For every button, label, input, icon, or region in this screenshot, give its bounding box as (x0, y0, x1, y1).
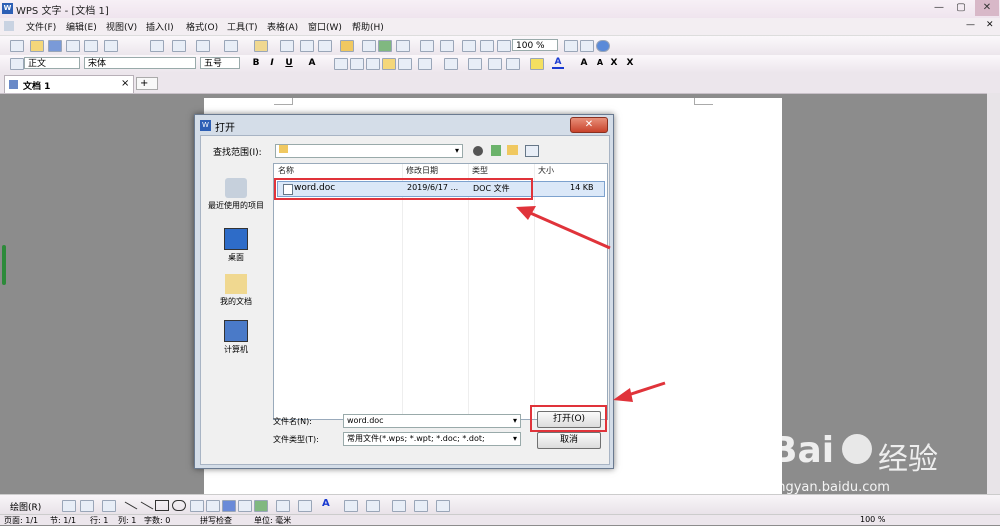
oval-icon[interactable] (172, 500, 186, 511)
dash-style-icon[interactable] (366, 500, 380, 512)
arrow-to-file (516, 206, 611, 250)
status-line: 行: 1 (90, 516, 109, 525)
line-style-icon[interactable] (344, 500, 358, 512)
line-color-icon[interactable] (298, 500, 312, 512)
3d-style-icon[interactable] (436, 500, 450, 512)
status-bar: 页面: 1/1 节: 1/1 行: 1 列: 1 字数: 0 拼写检查 单位: … (0, 514, 1000, 525)
status-section: 节: 1/1 (50, 516, 77, 525)
draw-menu[interactable]: 绘图(R) (10, 500, 41, 513)
watermark-brand: Bai (770, 430, 835, 471)
arrow-style-icon[interactable] (392, 500, 406, 512)
fill-color-icon[interactable] (276, 500, 290, 512)
arrow-to-open-button (613, 381, 666, 402)
arrow-icon[interactable] (140, 501, 154, 510)
status-zoom[interactable]: 100 % (860, 515, 885, 524)
rotate-icon[interactable] (80, 500, 94, 512)
diagram-icon[interactable] (238, 500, 252, 512)
textbox-icon[interactable] (190, 500, 204, 512)
status-column: 列: 1 (118, 516, 137, 525)
watermark-url: jingyan.baidu.com (770, 480, 890, 495)
shadow-icon[interactable] (414, 500, 428, 512)
select-objects-icon[interactable] (62, 500, 76, 512)
rectangle-icon[interactable] (155, 500, 169, 511)
paw-icon (842, 434, 872, 464)
status-word-count: 字数: 0 (144, 516, 171, 525)
status-page: 页面: 1/1 (4, 516, 39, 525)
font-color-icon[interactable]: A (322, 498, 330, 509)
watermark-brand-2: 经验 (878, 442, 938, 477)
vertical-textbox-icon[interactable] (206, 500, 220, 512)
insert-picture-icon[interactable] (254, 500, 268, 512)
line-icon[interactable] (124, 501, 138, 510)
wordart-icon[interactable] (222, 500, 236, 512)
autoshapes-icon[interactable] (102, 500, 116, 512)
baidu-watermark: Bai 经验 jingyan.baidu.com (770, 418, 990, 498)
status-unit: 单位: 毫米 (254, 516, 292, 525)
status-spellcheck[interactable]: 拼写检查 (200, 515, 232, 526)
